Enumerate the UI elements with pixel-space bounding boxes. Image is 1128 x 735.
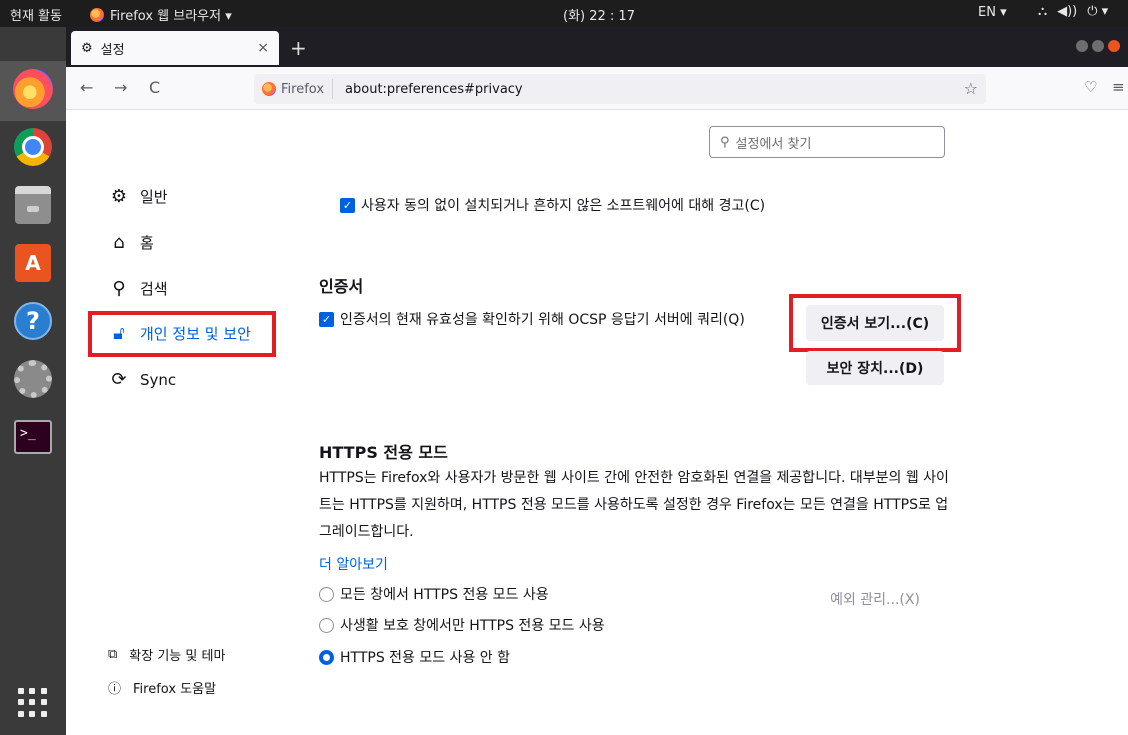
system-menu[interactable]: ⛬ ◀)) ⏻ ▾ [1038,4,1108,19]
help-icon: ? [14,302,52,340]
radio-selected-icon [319,649,334,665]
identity-box[interactable]: Firefox [254,79,334,99]
minimize-button[interactable] [1076,40,1088,52]
radio-unselected-icon [319,617,334,633]
warn-unwanted-checkbox[interactable]: ✓ 사용자 동의 없이 설치되거나 흔하지 않은 소프트웨어에 대해 경고(C) [340,195,765,215]
preferences-page: ⚲ 설정에서 찾기 ⚙ 일반 ⌂ 홈 ⚲ 검색 🔓︎ 개인 정보 및 보안 ⟳ … [66,110,1128,735]
radio-label: HTTPS 전용 모드 사용 안 함 [340,650,511,666]
app-grid-icon [18,688,48,718]
help-label: Firefox 도움말 [133,682,217,697]
radio-label: 사생활 보호 창에서만 HTTPS 전용 모드 사용 [340,618,605,634]
navigation-bar: ← → C Firefox about:preferences#privacy … [66,67,1128,110]
category-sync[interactable]: ⟳ Sync [108,369,176,390]
firefox-icon [262,82,276,96]
puzzle-icon: ⧉ [108,647,118,662]
extensions-link[interactable]: ⧉ 확장 기능 및 테마 [108,645,225,664]
https-only-description: HTTPS는 Firefox와 사용자가 방문한 웹 사이트 간에 안전한 암호… [319,470,949,540]
manage-exceptions-button[interactable]: 예외 관리...(X) [806,584,944,614]
dock-terminal[interactable]: >_ [9,413,57,461]
activities-button[interactable]: 현재 활동 [10,5,62,24]
category-label: 검색 [140,280,168,298]
warn-unwanted-label: 사용자 동의 없이 설치되거나 흔하지 않은 소프트웨어에 대해 경고(C) [361,198,766,214]
checkbox-checked-icon: ✓ [340,197,355,213]
settings-icon [14,360,52,398]
dock-chrome[interactable] [9,123,57,171]
close-window-button[interactable] [1108,40,1120,52]
url-text[interactable]: about:preferences#privacy [333,82,523,97]
reload-button[interactable]: C [149,78,160,97]
ocsp-checkbox[interactable]: ✓ 인증서의 현재 유효성을 확인하기 위해 OCSP 응답기 서버에 쿼리(Q… [319,309,745,329]
back-button[interactable]: ← [80,78,93,97]
power-icon: ⏻ ▾ [1087,4,1109,19]
tab-strip: ⚙ 설정 × + [66,27,1128,67]
dock-help[interactable]: ? [9,297,57,345]
volume-icon: ◀)) [1057,4,1078,19]
sync-icon: ⟳ [111,369,127,390]
show-applications-button[interactable] [9,679,57,727]
dock-settings[interactable] [9,355,57,403]
window-controls [1076,40,1120,52]
checkbox-checked-icon: ✓ [319,311,334,327]
input-language-indicator[interactable]: EN ▾ [978,5,1007,20]
app-menu[interactable]: Firefox 웹 브라우저 ▾ [90,5,232,24]
help-link[interactable]: ⓘ Firefox 도움말 [108,678,216,697]
clock[interactable]: (화) 22 : 17 [563,5,635,24]
firefox-icon [90,7,104,22]
ocsp-label: 인증서의 현재 유효성을 확인하기 위해 OCSP 응답기 서버에 쿼리(Q) [340,312,745,328]
dock-firefox[interactable] [9,65,57,113]
category-search[interactable]: ⚲ 검색 [108,278,168,299]
app-menu-label: Firefox 웹 브라우저 ▾ [110,9,232,24]
search-placeholder: 설정에서 찾기 [735,136,812,152]
category-label: Sync [140,370,177,389]
highlight-box-privacy [88,311,276,357]
tab-close-button[interactable]: × [257,40,269,56]
search-icon: ⚲ [720,134,730,150]
help-icon: ⓘ [108,682,122,697]
dock-files[interactable] [9,181,57,229]
learn-more-link[interactable]: 더 알아보기 [319,554,388,574]
tab-title: 설정 [100,42,125,58]
https-only-heading: HTTPS 전용 모드 [319,443,448,462]
menu-button[interactable]: ≡ [1112,78,1125,96]
identity-label: Firefox [281,81,325,97]
files-icon [15,186,51,224]
forward-button[interactable]: → [114,78,127,97]
dock: A ? >_ [0,27,66,735]
security-devices-button[interactable]: 보안 장치...(D) [806,351,944,385]
chrome-icon [14,128,52,166]
pocket-icon[interactable]: ♡ [1084,78,1097,96]
home-icon: ⌂ [113,232,125,253]
extensions-label: 확장 기능 및 테마 [129,649,226,664]
search-icon: ⚲ [112,278,126,299]
radio-https-private-only[interactable]: 사생활 보호 창에서만 HTTPS 전용 모드 사용 [319,615,605,635]
gear-icon: ⚙ [110,186,128,207]
radio-https-off[interactable]: HTTPS 전용 모드 사용 안 함 [319,647,510,667]
category-label: 홈 [140,234,154,252]
software-center-icon: A [15,244,51,282]
dock-software[interactable]: A [9,239,57,287]
new-tab-button[interactable]: + [290,36,307,60]
firefox-icon [13,69,53,109]
category-general[interactable]: ⚙ 일반 [108,186,168,207]
maximize-button[interactable] [1092,40,1104,52]
network-icon: ⛬ [1038,4,1048,19]
search-input[interactable]: ⚲ 설정에서 찾기 [709,126,945,158]
system-top-bar: 현재 활동 Firefox 웹 브라우저 ▾ (화) 22 : 17 EN ▾ … [0,0,1128,27]
url-bar[interactable]: Firefox about:preferences#privacy ☆ [254,74,986,104]
gear-icon: ⚙ [81,40,93,56]
radio-https-all-windows[interactable]: 모든 창에서 HTTPS 전용 모드 사용 [319,584,549,604]
terminal-icon: >_ [14,420,52,454]
category-label: 일반 [140,188,168,206]
category-home[interactable]: ⌂ 홈 [108,232,154,253]
highlight-box-certificates [789,294,961,352]
radio-unselected-icon [319,586,334,602]
bookmark-star-icon[interactable]: ☆ [964,79,978,98]
certificates-heading: 인증서 [319,277,364,296]
radio-label: 모든 창에서 HTTPS 전용 모드 사용 [340,587,549,603]
tab-settings[interactable]: ⚙ 설정 × [71,31,279,65]
